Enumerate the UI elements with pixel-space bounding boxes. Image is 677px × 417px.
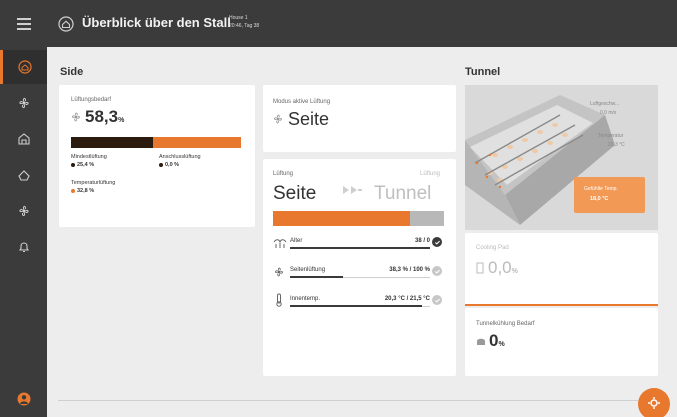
fan-icon bbox=[274, 114, 282, 124]
legend-value-min: 25,4 % bbox=[71, 162, 94, 168]
section-title-side: Side bbox=[60, 66, 84, 78]
house-info: 20:46, Tag 38 bbox=[229, 23, 260, 29]
age-icon bbox=[273, 239, 287, 248]
legend-label-min: Mindestlüftung bbox=[71, 154, 107, 160]
page-title: Überblick über den Stall bbox=[82, 15, 231, 30]
cooling-pad-icon bbox=[476, 262, 484, 274]
active-mode-label: Modus aktive Lüftung bbox=[273, 99, 331, 105]
ventilation-need-bar bbox=[71, 137, 241, 148]
ventilation-need-label: Lüftungsbedarf bbox=[71, 97, 112, 103]
tunnel-info2-label: Temperatur bbox=[598, 133, 624, 139]
check-icon bbox=[432, 237, 442, 247]
switch-left-value: Seite bbox=[273, 183, 317, 204]
tunnel-info2-value: 20,3 °C bbox=[608, 142, 625, 148]
sidebar-item-overview[interactable] bbox=[0, 50, 47, 84]
thermometer-icon bbox=[276, 293, 282, 307]
cooling-pad-value: 0,0% bbox=[488, 258, 518, 277]
row-value-inside-temp: 20,3 °C / 21,5 °C bbox=[384, 296, 430, 302]
feed-icon bbox=[17, 170, 30, 181]
ventilation-switch-bar-fill bbox=[273, 211, 410, 226]
check-icon bbox=[432, 266, 442, 276]
user-avatar-icon[interactable] bbox=[17, 392, 31, 406]
felt-temperature-badge bbox=[574, 177, 645, 213]
house-name[interactable]: House 1 bbox=[229, 15, 248, 21]
sidebar-item-ventilation[interactable] bbox=[0, 86, 47, 120]
bell-icon bbox=[18, 242, 29, 253]
legend-label-connect: Anschlusslüftung bbox=[159, 154, 201, 160]
sidebar-item-alarms[interactable] bbox=[0, 230, 47, 264]
fan-icon bbox=[72, 112, 80, 122]
legend-value-connect: 0,0 % bbox=[159, 162, 179, 168]
switch-right-label: Lüftung bbox=[420, 171, 441, 177]
barn-icon bbox=[17, 133, 30, 145]
row-fill-inside-temp bbox=[290, 305, 422, 307]
felt-temperature-value: 18,0 °C bbox=[590, 196, 609, 202]
tunnel-info1-label: Luftgeschw... bbox=[590, 101, 620, 107]
row-label-age: Alter bbox=[290, 238, 303, 244]
sidebar-item-house[interactable] bbox=[0, 122, 47, 156]
cooling-pad-label: Cooling Pad bbox=[476, 245, 509, 251]
tunnel-info1-value: 0,0 m/s bbox=[600, 110, 617, 116]
settings-fab-button[interactable] bbox=[638, 388, 670, 417]
ventilation-need-value: 58,3% bbox=[85, 107, 125, 126]
switch-left-label: Lüftung bbox=[273, 171, 294, 177]
row-value-side-ventilation: 38,3 % / 100 % bbox=[389, 267, 430, 273]
gear-icon bbox=[648, 397, 660, 409]
arrow-right-icon bbox=[343, 186, 362, 194]
sidebar-item-feed[interactable] bbox=[0, 158, 47, 192]
fan-icon bbox=[18, 205, 29, 217]
row-fill-side-ventilation bbox=[290, 276, 344, 278]
switch-right-value: Tunnel bbox=[374, 183, 432, 204]
hamburger-icon bbox=[16, 22, 31, 25]
tunnel-need-label: Tunnelkühlung Bedarf bbox=[476, 321, 535, 327]
sidebar-item-climate[interactable] bbox=[0, 194, 47, 228]
home-icon bbox=[58, 16, 74, 32]
active-mode-value: Seite bbox=[288, 109, 330, 129]
ventilation-switch-bar bbox=[273, 211, 444, 226]
home-icon bbox=[18, 60, 32, 74]
legend-label-temp: Temperaturlüftung bbox=[71, 180, 116, 186]
bottom-divider bbox=[58, 400, 638, 401]
fan-icon bbox=[18, 97, 29, 109]
check-icon bbox=[432, 295, 442, 305]
section-title-tunnel: Tunnel bbox=[465, 66, 501, 78]
legend-value-temp: 32,8 % bbox=[71, 188, 94, 194]
side-fan-icon bbox=[275, 267, 283, 277]
menu-button[interactable] bbox=[0, 0, 47, 47]
row-fill-age bbox=[290, 247, 430, 249]
tunnel-need-value: 0% bbox=[489, 331, 505, 350]
tunnel-need-icon bbox=[477, 338, 485, 345]
cooling-pad-accent-line bbox=[465, 304, 658, 306]
row-value-age: 38 / 0 bbox=[414, 238, 430, 244]
ventilation-need-bar-fill bbox=[71, 137, 153, 148]
row-label-side-ventilation: Seitenlüftung bbox=[290, 267, 326, 273]
felt-temperature-label: Gefühlte Temp. bbox=[584, 186, 618, 192]
row-label-inside-temp: Innentemp. bbox=[290, 296, 321, 302]
